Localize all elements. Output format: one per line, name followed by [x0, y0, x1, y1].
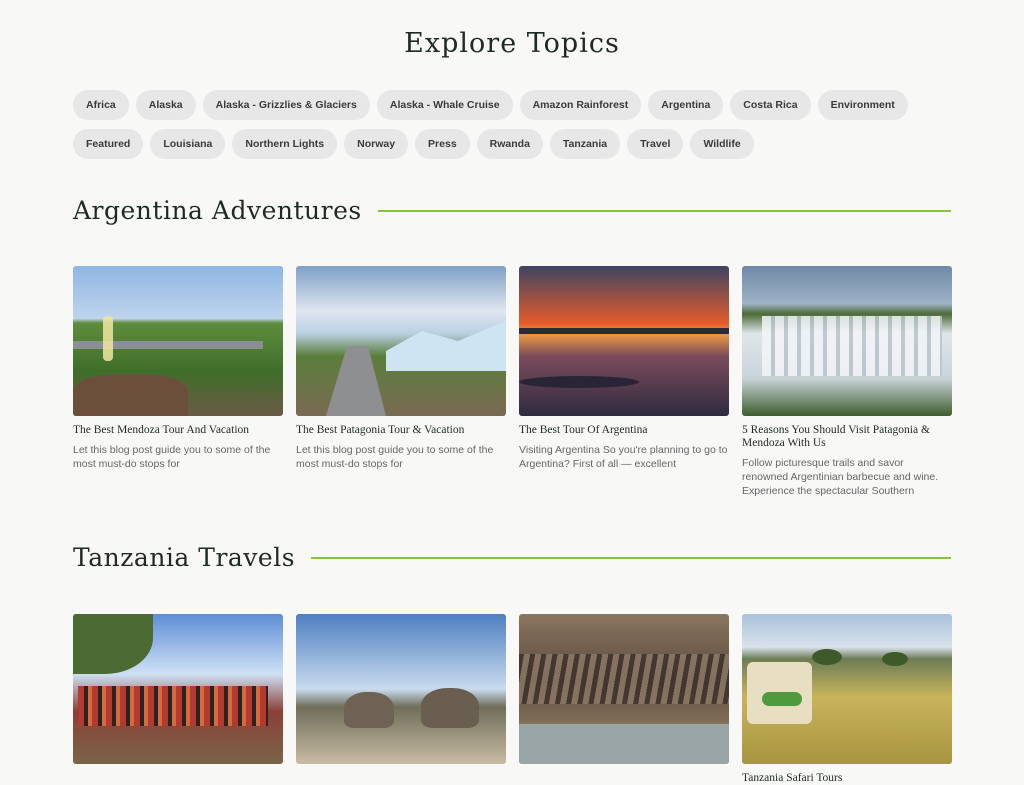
topic-chip-northern-lights[interactable]: Northern Lights	[232, 129, 338, 159]
post-thumbnail-argentina[interactable]	[519, 266, 729, 416]
post-title[interactable]: 5 Reasons You Should Visit Patagonia & M…	[742, 424, 952, 450]
post-excerpt: Follow picturesque trails and savor reno…	[742, 457, 939, 497]
topic-chip-featured[interactable]: Featured	[73, 129, 144, 159]
post-thumbnail-safari[interactable]	[742, 614, 952, 764]
post-title[interactable]: The Best Tour Of Argentina	[519, 424, 729, 437]
topic-chip-louisiana[interactable]: Louisiana	[150, 129, 226, 159]
post-card[interactable]: The Best Patagonia Tour & Vacation Let t…	[296, 266, 506, 498]
horizon-shape	[519, 328, 729, 334]
topic-chip-wildlife[interactable]: Wildlife	[690, 129, 754, 159]
post-card[interactable]: Tanzania Safari Tours	[742, 614, 952, 785]
post-card[interactable]: The Best Tour Of Argentina Visiting Arge…	[519, 266, 729, 498]
topic-chip-norway[interactable]: Norway	[344, 129, 409, 159]
section-divider	[311, 556, 951, 559]
barrel-shape	[73, 374, 188, 416]
section-header-argentina: Argentina Adventures	[73, 196, 951, 225]
topic-chip-press[interactable]: Press	[415, 129, 470, 159]
topic-chip-alaska-grizzlies-glaciers[interactable]: Alaska - Grizzlies & Glaciers	[202, 90, 370, 120]
waterfall-shape	[762, 316, 942, 376]
crowd-shape	[78, 686, 268, 726]
post-card[interactable]	[296, 614, 506, 785]
elephant-shape	[344, 692, 394, 728]
post-thumbnail-masai[interactable]	[73, 614, 283, 764]
topic-chip-tanzania[interactable]: Tanzania	[549, 129, 621, 159]
topic-chip-travel[interactable]: Travel	[627, 129, 684, 159]
topic-chip-costa-rica[interactable]: Costa Rica	[730, 90, 811, 120]
railing-shape	[73, 341, 263, 349]
topic-chip-environment[interactable]: Environment	[817, 90, 908, 120]
post-thumbnail-patagonia[interactable]	[296, 266, 506, 416]
topic-chip-amazon-rainforest[interactable]: Amazon Rainforest	[519, 90, 642, 120]
topic-chips: Africa Alaska Alaska - Grizzlies & Glaci…	[73, 90, 963, 159]
post-title[interactable]: The Best Mendoza Tour And Vacation	[73, 424, 283, 437]
post-excerpt: Visiting Argentina So you're planning to…	[519, 444, 728, 470]
post-thumbnail-wildebeest[interactable]	[519, 614, 729, 764]
post-card[interactable]: 5 Reasons You Should Visit Patagonia & M…	[742, 266, 952, 498]
post-excerpt: Let this blog post guide you to some of …	[73, 444, 271, 470]
elephant-shape	[421, 688, 479, 728]
section-title: Tanzania Travels	[73, 543, 296, 572]
topic-chip-africa[interactable]: Africa	[73, 90, 129, 120]
walkway-shape	[326, 346, 386, 416]
topic-chip-rwanda[interactable]: Rwanda	[476, 129, 543, 159]
section-divider	[377, 209, 951, 212]
post-title[interactable]: Tanzania Safari Tours	[742, 772, 952, 785]
island-shape	[519, 376, 639, 388]
glacier-shape	[386, 321, 506, 371]
wine-glass-shape	[103, 316, 113, 361]
post-title[interactable]: The Best Patagonia Tour & Vacation	[296, 424, 506, 437]
post-grid-argentina: The Best Mendoza Tour And Vacation Let t…	[73, 266, 952, 498]
page-title: Explore Topics	[404, 28, 620, 59]
post-excerpt: Let this blog post guide you to some of …	[296, 444, 494, 470]
post-thumbnail-elephants[interactable]	[296, 614, 506, 764]
topic-chip-alaska[interactable]: Alaska	[135, 90, 196, 120]
tree-shape	[73, 614, 153, 674]
post-card[interactable]	[73, 614, 283, 785]
post-thumbnail-mendoza[interactable]	[73, 266, 283, 416]
section-title: Argentina Adventures	[73, 196, 362, 225]
post-grid-tanzania: Tanzania Safari Tours	[73, 614, 952, 785]
post-thumbnail-iguazu[interactable]	[742, 266, 952, 416]
tree-shape	[812, 649, 842, 665]
river-shape	[519, 724, 729, 764]
topic-chip-alaska-whale-cruise[interactable]: Alaska - Whale Cruise	[376, 90, 513, 120]
tree-shape	[882, 652, 908, 666]
topic-chip-argentina[interactable]: Argentina	[648, 90, 724, 120]
vehicle-logo-shape	[762, 692, 802, 706]
herd-shape	[519, 654, 729, 704]
section-header-tanzania: Tanzania Travels	[73, 543, 951, 572]
post-card[interactable]	[519, 614, 729, 785]
post-card[interactable]: The Best Mendoza Tour And Vacation Let t…	[73, 266, 283, 498]
